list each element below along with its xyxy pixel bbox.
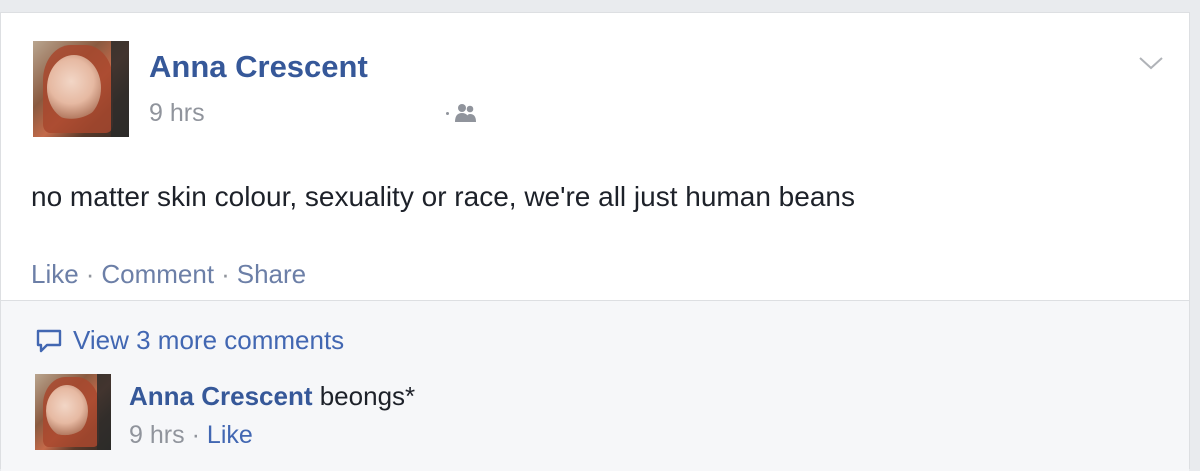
view-more-comments-link[interactable]: View 3 more comments [35,325,344,356]
post-timestamp[interactable]: 9 hrs [149,99,205,128]
comment-text: beongs* [312,381,416,411]
post-author-name[interactable]: Anna Crescent [149,49,368,85]
friends-icon [455,104,476,122]
view-more-comments-label: View 3 more comments [73,325,345,355]
like-button[interactable]: Like [31,259,79,290]
action-separator: · [85,259,95,289]
chevron-down-icon[interactable] [1137,53,1165,73]
audience-selector[interactable] [446,103,477,123]
comment-button[interactable]: Comment [101,259,214,290]
post-actions: Like · Comment · Share [31,259,306,290]
comment-body: Anna Crescent beongs* [129,381,415,412]
comment-bubble-icon [36,329,62,352]
post-card: Anna Crescent 9 hrs no matter skin colou… [0,12,1190,471]
comment-timestamp[interactable]: 9 hrs [129,421,185,450]
comments-section: View 3 more comments Anna Crescent beong… [1,300,1189,471]
comment-author-avatar[interactable] [35,374,111,450]
comment-like-button[interactable]: Like [207,421,253,450]
separator-dot [446,111,449,115]
share-button[interactable]: Share [237,259,306,290]
comment-meta: 9 hrs · Like [129,421,253,450]
post-text: no matter skin colour, sexuality or race… [31,181,855,212]
action-separator: · [221,259,230,289]
meta-separator: · [191,421,200,449]
comment-author-name[interactable]: Anna Crescent [129,381,313,411]
author-avatar[interactable] [33,41,129,137]
